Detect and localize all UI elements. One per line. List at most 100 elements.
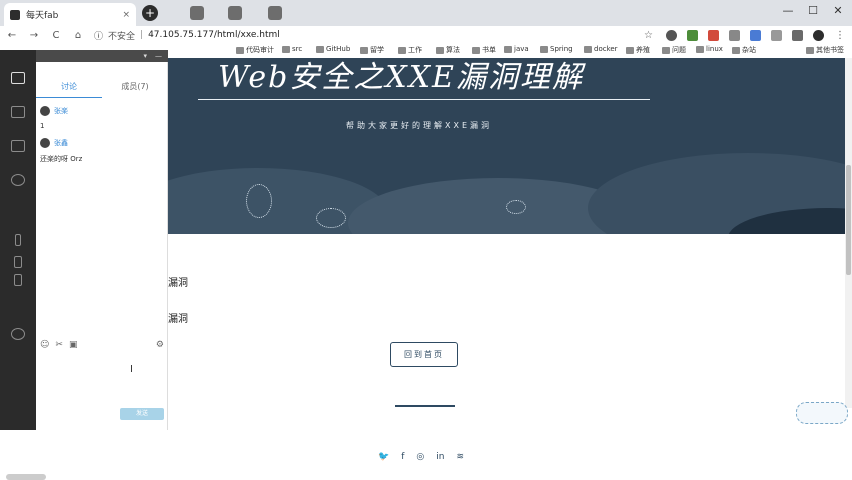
info-icon: ⓘ xyxy=(94,31,104,42)
bookmark-item[interactable]: java xyxy=(504,45,529,53)
close-window-button[interactable]: ✕ xyxy=(830,4,846,17)
toolbar: ← → C ⌂ ⓘ 不安全 | 47.105.75.177/html/xxe.h… xyxy=(0,26,852,44)
scrollbar-thumb[interactable] xyxy=(846,165,851,275)
security-label: 不安全 xyxy=(108,31,136,42)
divider xyxy=(395,405,455,407)
send-button[interactable]: 发送 xyxy=(120,408,164,420)
tab-title: 每天fab xyxy=(26,11,59,21)
extension-icon[interactable] xyxy=(771,29,782,41)
volume-icon xyxy=(14,256,22,268)
folder-icon xyxy=(436,46,444,54)
facebook-icon[interactable]: f xyxy=(401,452,404,462)
signal-icon xyxy=(14,274,22,286)
shield-icon xyxy=(10,9,20,20)
tab-close-button[interactable]: × xyxy=(122,10,130,20)
instagram-icon[interactable]: ◎ xyxy=(416,452,424,462)
twitter-icon[interactable]: 🐦 xyxy=(378,452,389,462)
record-icon xyxy=(11,174,25,186)
extension-icon[interactable] xyxy=(750,29,761,41)
settings-icon xyxy=(11,328,25,340)
folder-icon xyxy=(472,46,480,54)
new-tab-button[interactable]: + xyxy=(142,5,158,21)
folder-icon xyxy=(732,46,740,54)
tab-members[interactable]: 成员(7) xyxy=(102,76,168,98)
chat-message: 张楽 1 xyxy=(40,106,68,130)
content-link[interactable]: 漏洞 xyxy=(168,310,188,325)
extension-icon[interactable] xyxy=(666,29,677,41)
separator: | xyxy=(140,30,144,40)
dotted-sphere xyxy=(316,208,346,228)
bookmark-item[interactable]: GitHub xyxy=(316,45,350,53)
bookmark-item[interactable]: 算法 xyxy=(436,45,460,55)
microphone-icon xyxy=(228,6,242,20)
extension-icon[interactable] xyxy=(708,29,719,41)
dotted-sphere xyxy=(506,200,526,214)
browser-tab[interactable]: 每天fab × xyxy=(4,3,136,26)
bookmark-item[interactable]: 留学 xyxy=(360,45,384,55)
minimize-button[interactable]: — xyxy=(780,4,796,17)
reload-button[interactable]: C xyxy=(50,30,62,41)
chat-input[interactable] xyxy=(38,354,166,406)
stack-icon[interactable]: ≋ xyxy=(456,452,464,462)
bookmark-item[interactable]: 代码审计 xyxy=(236,45,274,55)
tab-strip: 每天fab × + — ☐ ✕ xyxy=(0,0,852,26)
social-links: 🐦 f ◎ in ≋ xyxy=(378,452,464,462)
menu-icon[interactable]: ⋮ xyxy=(834,30,846,41)
floating-widget[interactable] xyxy=(796,402,848,424)
bookmark-item[interactable]: 养殖 xyxy=(626,45,650,55)
avatar xyxy=(40,138,50,148)
app-icon xyxy=(190,6,204,20)
bookmark-item[interactable]: 书单 xyxy=(472,45,496,55)
tab-discussion[interactable]: 讨论 xyxy=(36,76,102,98)
chat-message: 张鑫 还楽的呀 Orz xyxy=(40,138,82,164)
dock-button[interactable] xyxy=(6,174,30,198)
linkedin-icon[interactable]: in xyxy=(436,452,444,462)
bookmark-item[interactable]: 工作 xyxy=(398,45,422,55)
extension-icon[interactable] xyxy=(687,29,698,41)
folder-icon xyxy=(696,45,704,53)
hero-banner: Web安全之XXE漏洞理解 帮助大家更好的理解XXE漏洞 xyxy=(168,58,852,234)
folder-icon xyxy=(398,46,406,54)
bookmark-item[interactable]: docker xyxy=(584,45,618,53)
folder-icon xyxy=(540,45,548,53)
folder-icon xyxy=(584,45,592,53)
bookmark-item[interactable]: 杂站 xyxy=(732,45,756,55)
back-home-button[interactable]: 回到首页 xyxy=(390,342,458,367)
message-text: 1 xyxy=(40,122,45,130)
image-icon[interactable]: ▣ xyxy=(69,340,78,350)
dock-button[interactable] xyxy=(6,140,30,164)
home-button[interactable]: ⌂ xyxy=(72,30,84,41)
emoji-icon[interactable]: ☺ xyxy=(40,340,49,350)
bookmark-item[interactable]: 问题 xyxy=(662,45,686,55)
dock-button[interactable] xyxy=(6,234,30,258)
bookmark-item[interactable]: src xyxy=(282,45,302,53)
avatar[interactable] xyxy=(813,29,824,41)
content-link[interactable]: 漏洞 xyxy=(168,274,188,289)
dock-button[interactable] xyxy=(6,328,30,352)
pin-icon[interactable]: ▾ xyxy=(143,52,147,60)
dock-button[interactable] xyxy=(6,106,30,130)
screen-icon xyxy=(11,106,25,118)
star-icon[interactable]: ☆ xyxy=(644,29,656,41)
minimize-icon[interactable]: — xyxy=(155,52,162,60)
address-bar[interactable]: ⓘ 不安全 | 47.105.75.177/html/xxe.html xyxy=(94,28,454,42)
sender-name: 张鑫 xyxy=(54,139,68,147)
back-button[interactable]: ← xyxy=(6,30,18,41)
scissors-icon[interactable]: ✂ xyxy=(55,340,63,350)
bookmark-item[interactable]: Spring xyxy=(540,45,573,53)
bookmark-item[interactable]: 其他书签 xyxy=(806,45,844,55)
folder-icon xyxy=(504,45,512,53)
extension-icon[interactable] xyxy=(792,29,803,41)
title-underline xyxy=(198,99,650,100)
gear-icon[interactable]: ⚙ xyxy=(156,340,164,350)
forward-button[interactable]: → xyxy=(28,30,40,41)
bookmark-item[interactable]: linux xyxy=(696,45,723,53)
dock-button[interactable] xyxy=(6,274,30,298)
maximize-button[interactable]: ☐ xyxy=(805,4,821,17)
page-title: Web安全之XXE漏洞理解 xyxy=(218,60,584,95)
extension-icon[interactable] xyxy=(729,29,740,41)
dock-button[interactable] xyxy=(6,72,30,96)
folder-icon xyxy=(806,46,814,54)
dotted-sphere xyxy=(246,184,272,218)
microphone-icon xyxy=(15,234,21,246)
